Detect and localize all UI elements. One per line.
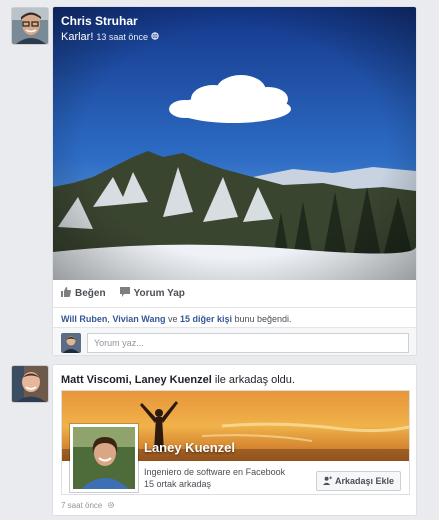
friend-card: Laney Kuenzel Ingeniero de software en F…: [61, 390, 410, 495]
story-verb: ile arkadaş oldu.: [211, 374, 295, 386]
post-header: Chris Struhar Karlar! 13 saat önce: [61, 14, 159, 43]
thumbs-up-icon: [61, 286, 71, 300]
liker-1[interactable]: Will Ruben: [61, 314, 107, 324]
author-avatar[interactable]: [12, 8, 48, 44]
story-footer: 7 saat önce: [61, 501, 115, 511]
story-text: Matt Viscomi, Laney Kuenzel ile arkadaş …: [61, 374, 295, 386]
globe-icon: [151, 31, 159, 43]
likes-sep-2: ve: [165, 314, 180, 324]
friend-info: Ingeniero de software en Facebook 15 ort…: [144, 466, 285, 490]
author-name[interactable]: Chris Struhar: [61, 14, 159, 28]
gear-icon: [107, 501, 115, 511]
likers-others[interactable]: 15 diğer kişi: [180, 314, 232, 324]
post-photo[interactable]: [53, 7, 416, 280]
liker-2[interactable]: Vivian Wang: [112, 314, 165, 324]
like-button[interactable]: Beğen: [61, 286, 106, 300]
photo-post-card: Chris Struhar Karlar! 13 saat önce Beğen …: [52, 6, 417, 356]
comment-composer: Yorum yaz...: [53, 327, 416, 355]
friendship-story-card: Matt Viscomi, Laney Kuenzel ile arkadaş …: [52, 364, 417, 516]
mutual-friends[interactable]: 15 ortak arkadaş: [144, 478, 285, 490]
post-caption: Karlar! 13 saat önce: [61, 31, 159, 43]
comment-icon: [119, 286, 130, 300]
caption-text: Karlar!: [61, 31, 94, 43]
friend-avatar[interactable]: [70, 424, 138, 492]
add-friend-icon: [322, 475, 332, 487]
actor-avatar[interactable]: [12, 366, 48, 402]
actor-2-link[interactable]: Laney Kuenzel: [135, 374, 212, 386]
add-friend-button[interactable]: Arkadaşı Ekle: [315, 471, 401, 491]
story-timestamp[interactable]: 7 saat önce: [61, 501, 102, 510]
like-label: Beğen: [75, 287, 106, 299]
comment-input[interactable]: Yorum yaz...: [87, 333, 409, 353]
post-actions: Beğen Yorum Yap: [53, 280, 416, 306]
comment-button[interactable]: Yorum Yap: [119, 286, 185, 300]
likes-suffix: bunu beğendi.: [232, 314, 292, 324]
timestamp[interactable]: 13 saat önce: [96, 32, 148, 42]
friend-job: Ingeniero de software en Facebook: [144, 467, 286, 477]
actor-1-link[interactable]: Matt Viscomi: [61, 374, 129, 386]
viewer-avatar: [61, 333, 81, 353]
likes-summary: Will Ruben, Vivian Wang ve 15 diğer kişi…: [53, 307, 416, 325]
friend-name[interactable]: Laney Kuenzel: [144, 440, 235, 455]
comment-label: Yorum Yap: [133, 287, 185, 299]
add-friend-label: Arkadaşı Ekle: [334, 476, 394, 486]
